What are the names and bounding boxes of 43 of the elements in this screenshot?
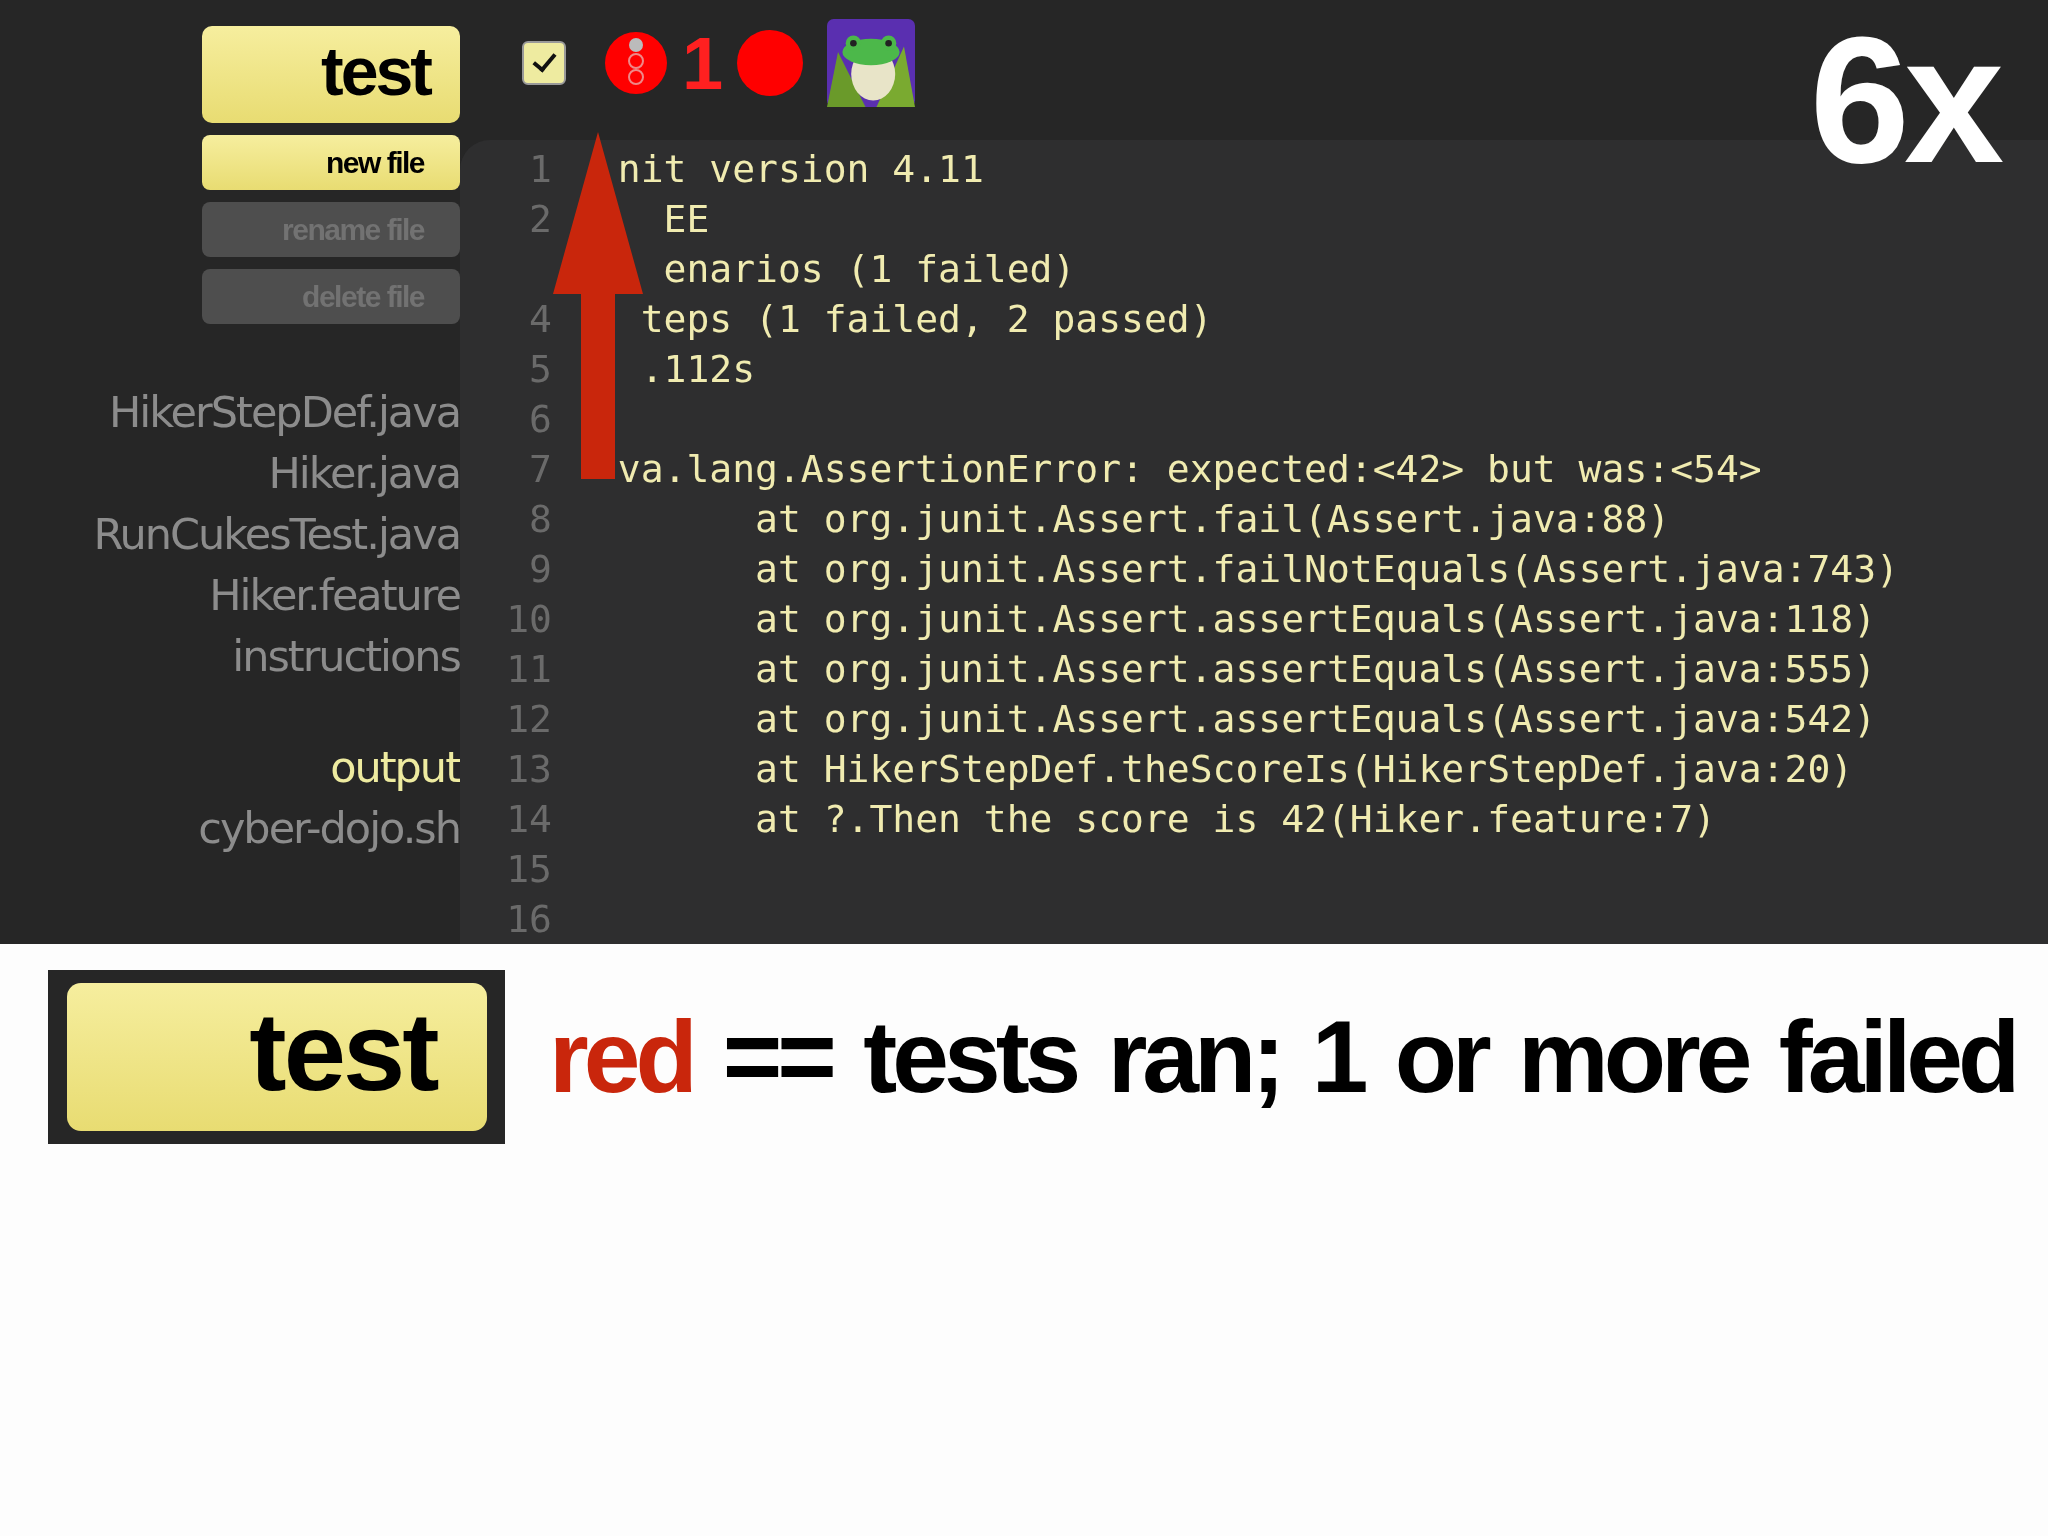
- output-text: EE: [663, 197, 710, 241]
- output-text: enarios (1 failed): [663, 247, 1076, 291]
- failure-count: 1: [682, 20, 724, 106]
- output-text: at HikerStepDef.theScoreIs(HikerStepDef.java:20): [754, 747, 1854, 791]
- checkbox[interactable]: [522, 41, 566, 85]
- speed-label: 6x: [1809, 10, 2001, 190]
- line-number: 10: [506, 597, 552, 641]
- line-number: 7: [529, 447, 552, 491]
- line-number: 9: [529, 547, 552, 591]
- test-button[interactable]: test: [66, 983, 487, 1131]
- line-number: 2: [529, 197, 552, 241]
- line-number: 1: [529, 147, 552, 191]
- output-text: at org.junit.Assert.failNotEquals(Assert.java:743): [754, 547, 1899, 591]
- line-number: 8: [529, 497, 552, 541]
- line-number: 13: [506, 747, 552, 791]
- file-item[interactable]: instructions: [232, 626, 460, 687]
- caption-keyword: red: [549, 998, 694, 1116]
- output-text: va.lang.AssertionError: expected:<42> but was:<54>: [617, 447, 1762, 491]
- file-item[interactable]: RunCukesTest.java: [93, 504, 460, 565]
- line-number: 4: [529, 297, 552, 341]
- file-button[interactable]: new file: [202, 135, 460, 190]
- line-number: 14: [506, 797, 552, 841]
- output-text: at ?.Then the score is 42(Hiker.feature:7): [754, 797, 1716, 841]
- line-number: 11: [506, 647, 552, 691]
- output-text: at org.junit.Assert.assertEquals(Assert.java:118): [754, 597, 1877, 641]
- output-text: teps (1 failed, 2 passed): [640, 297, 1213, 341]
- file-item[interactable]: HikerStepDef.java: [108, 382, 460, 443]
- line-number: 5: [529, 347, 552, 391]
- line-number: 16: [506, 897, 552, 941]
- output-text: at org.junit.Assert.assertEquals(Assert.java:555): [754, 647, 1877, 691]
- caption-text: == tests ran; 1 or more failed: [722, 998, 2017, 1116]
- output-text: at org.junit.Assert.assertEquals(Assert.java:542): [754, 697, 1877, 741]
- line-number: 12: [506, 697, 552, 741]
- line-number: 6: [529, 397, 552, 441]
- file-item[interactable]: Hiker.java: [268, 443, 460, 504]
- file-item[interactable]: cyber-dojo.sh: [198, 798, 460, 859]
- file-item[interactable]: output: [330, 737, 460, 798]
- output-text: .112s: [640, 347, 755, 391]
- test-button[interactable]: test: [202, 26, 460, 123]
- line-number: 15: [506, 847, 552, 891]
- output-text: at org.junit.Assert.fail(Assert.java:88): [754, 497, 1671, 541]
- file-item[interactable]: Hiker.feature: [209, 565, 460, 626]
- output-text: nit version 4.11: [617, 147, 984, 191]
